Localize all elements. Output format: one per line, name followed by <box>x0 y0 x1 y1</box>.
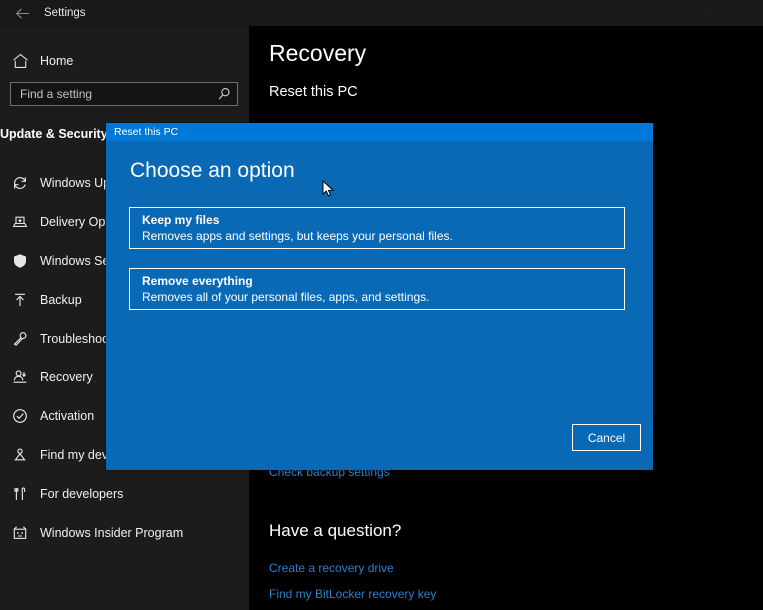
search-box[interactable] <box>10 82 238 106</box>
option-description: Removes all of your personal files, apps… <box>142 289 624 305</box>
sidebar-item-label-home: Home <box>40 54 73 68</box>
sidebar-item-windows-insider-program[interactable]: Windows Insider Program <box>0 513 249 552</box>
window-controls: ─ ❐ ✕ <box>649 0 763 26</box>
minimize-button[interactable]: ─ <box>649 0 687 26</box>
dialog-titlebar-label: Reset this PC <box>114 126 178 138</box>
locate-icon <box>0 447 40 463</box>
maximize-button[interactable]: ❐ <box>687 0 725 26</box>
back-arrow-icon[interactable] <box>0 0 44 26</box>
delivery-icon <box>0 214 40 230</box>
page-title: Recovery <box>269 40 366 67</box>
link-create-a-recovery-drive[interactable]: Create a recovery drive <box>269 561 394 575</box>
option-title: Keep my files <box>142 213 624 228</box>
option-remove-everything[interactable]: Remove everything Removes all of your pe… <box>129 268 625 310</box>
mouse-cursor <box>322 180 336 198</box>
option-description: Removes apps and settings, but keeps you… <box>142 228 624 244</box>
search-icon <box>211 87 237 101</box>
recovery-icon <box>0 369 40 385</box>
settings-window: Settings ─ ❐ ✕ Home <box>0 0 763 610</box>
close-button[interactable]: ✕ <box>725 0 763 26</box>
have-a-question-title: Have a question? <box>269 521 401 541</box>
dialog-heading: Choose an option <box>130 159 295 183</box>
cancel-button[interactable]: Cancel <box>572 424 641 451</box>
sidebar-item-label: Windows Insider Program <box>40 526 183 540</box>
tools-icon <box>0 486 40 502</box>
reset-this-pc-dialog: Reset this PC Choose an option Keep my f… <box>106 123 653 470</box>
sidebar-item-for-developers[interactable]: For developers <box>0 474 249 513</box>
section-title-reset-this-pc: Reset this PC <box>269 84 358 100</box>
option-title: Remove everything <box>142 274 624 289</box>
wrench-icon <box>0 331 40 347</box>
shield-icon <box>0 253 40 269</box>
window-title: Settings <box>44 0 86 26</box>
sidebar-item-label: Backup <box>40 293 82 307</box>
sidebar-item-label: Recovery <box>40 370 93 384</box>
dialog-titlebar: Reset this PC <box>106 123 653 141</box>
sidebar-item-home[interactable]: Home <box>0 46 249 76</box>
refresh-icon <box>0 175 40 191</box>
option-keep-my-files[interactable]: Keep my files Removes apps and settings,… <box>129 207 625 249</box>
search-input[interactable] <box>11 87 211 101</box>
link-find-my-bitlocker-recovery-key[interactable]: Find my BitLocker recovery key <box>269 587 436 601</box>
insider-icon <box>0 525 40 541</box>
sidebar-item-label: For developers <box>40 487 123 501</box>
sidebar-item-label: Activation <box>40 409 94 423</box>
check-circle-icon <box>0 408 40 424</box>
sidebar-item-label: Troubleshoot <box>40 332 113 346</box>
upload-icon <box>0 292 40 308</box>
home-icon <box>0 53 40 69</box>
window-titlebar: Settings ─ ❐ ✕ <box>0 0 763 26</box>
